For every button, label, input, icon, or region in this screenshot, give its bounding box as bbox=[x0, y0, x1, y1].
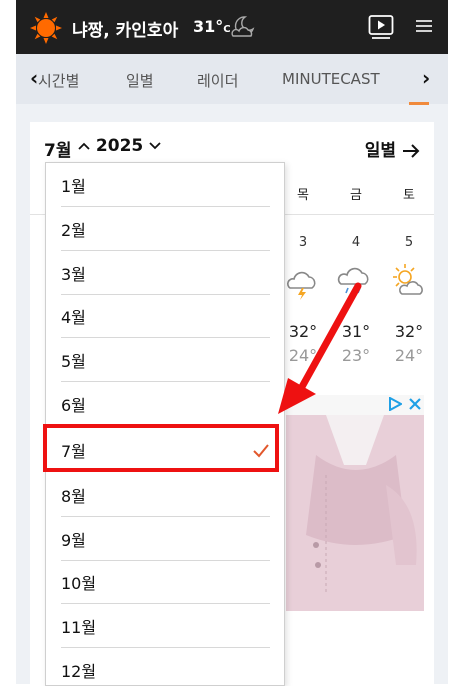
red-arrow-annotation bbox=[278, 282, 362, 414]
sun-icon bbox=[30, 12, 62, 44]
month-option-label: 5월 bbox=[61, 352, 86, 371]
tab-daily[interactable]: 일별 bbox=[126, 70, 154, 91]
location-name[interactable]: 냐짱, 카인호아 bbox=[72, 16, 178, 41]
nav-next-arrow-icon[interactable]: › bbox=[422, 66, 430, 90]
month-option-9[interactable]: 9월 bbox=[46, 517, 284, 561]
daily-link[interactable]: 일별 bbox=[365, 136, 420, 161]
month-selector[interactable]: 7월 bbox=[44, 136, 71, 161]
day-number[interactable]: 4 bbox=[341, 235, 371, 250]
month-option-4[interactable]: 4월 bbox=[46, 294, 284, 338]
dress-image bbox=[286, 415, 424, 611]
tab-minutecast[interactable]: MINUTECAST bbox=[282, 70, 380, 88]
top-bar: 냐짱, 카인호아 31°C bbox=[16, 0, 448, 54]
ad-footer bbox=[286, 611, 424, 684]
month-option-label: 9월 bbox=[61, 531, 86, 550]
chevron-up-icon bbox=[78, 142, 90, 150]
month-option-6[interactable]: 6월 bbox=[46, 382, 284, 426]
day-number[interactable]: 3 bbox=[288, 235, 318, 250]
month-option-label: 8월 bbox=[61, 487, 86, 506]
day-number[interactable]: 5 bbox=[394, 235, 424, 250]
high-temp: 32° bbox=[394, 322, 424, 341]
month-option-1[interactable]: 1월 bbox=[46, 163, 284, 207]
month-option-12[interactable]: 12월 bbox=[46, 648, 284, 685]
tab-nav: ‹ 시간별 일별 레이더 MINUTECAST › bbox=[16, 54, 448, 104]
arrow-right-icon bbox=[403, 144, 420, 158]
month-option-5[interactable]: 5월 bbox=[46, 338, 284, 382]
month-option-label: 11월 bbox=[61, 618, 97, 637]
month-option-label: 3월 bbox=[61, 265, 86, 284]
day-header-sat: 토 bbox=[403, 188, 415, 203]
nav-prev-arrow-icon[interactable]: ‹ bbox=[30, 66, 38, 90]
month-option-8[interactable]: 8월 bbox=[46, 473, 284, 517]
month-option-3[interactable]: 3월 bbox=[46, 251, 284, 295]
month-option-label: 1월 bbox=[61, 177, 86, 196]
month-option-10[interactable]: 10월 bbox=[46, 560, 284, 604]
chevron-down-icon bbox=[149, 142, 161, 150]
current-temperature: 31°C bbox=[193, 17, 231, 36]
year-selector[interactable]: 2025 bbox=[78, 136, 161, 156]
nav-accent-bar bbox=[409, 102, 429, 105]
moon-cloud-icon bbox=[231, 16, 255, 37]
month-option-label: 10월 bbox=[61, 574, 97, 593]
month-option-label: 12월 bbox=[61, 662, 97, 681]
month-option-label: 4월 bbox=[61, 308, 86, 327]
month-option-label: 6월 bbox=[61, 396, 86, 415]
day-header-fri: 금 bbox=[350, 188, 362, 203]
month-option-11[interactable]: 11월 bbox=[46, 604, 284, 648]
month-option-label: 2월 bbox=[61, 221, 86, 240]
menu-icon[interactable] bbox=[416, 18, 432, 34]
month-option-2[interactable]: 2월 bbox=[46, 207, 284, 251]
day-header-thu: 목 bbox=[297, 188, 309, 203]
video-icon[interactable] bbox=[368, 14, 394, 40]
tab-hourly[interactable]: 시간별 bbox=[38, 70, 79, 91]
ad-choices-icon[interactable] bbox=[388, 397, 402, 411]
tab-radar[interactable]: 레이더 bbox=[197, 70, 238, 91]
ad-product-image bbox=[286, 415, 424, 611]
ad-close-icon[interactable] bbox=[408, 397, 422, 411]
partly-sunny-icon bbox=[393, 264, 423, 295]
selection-highlight-box bbox=[43, 424, 279, 472]
low-temp: 24° bbox=[394, 346, 424, 365]
